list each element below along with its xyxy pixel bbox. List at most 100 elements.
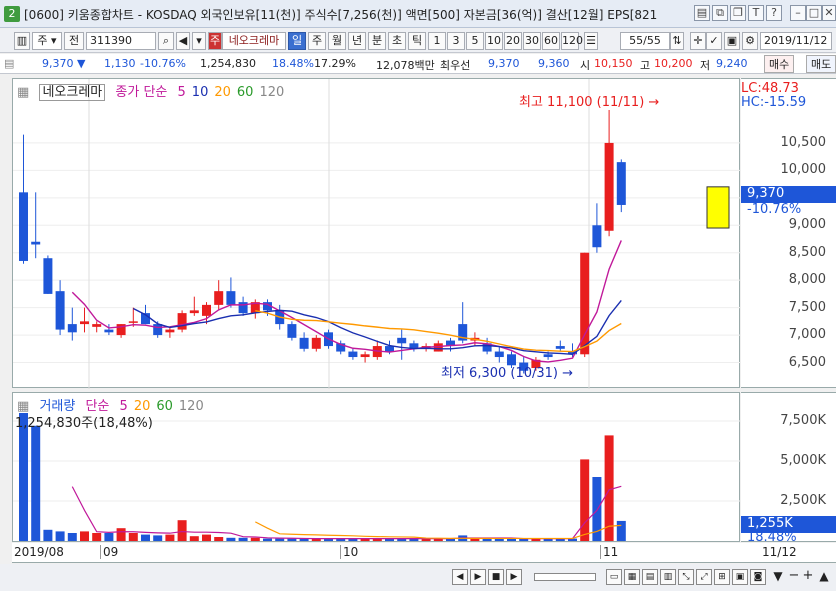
menu-icon[interactable]: ▤	[4, 57, 14, 70]
interval-button-7[interactable]: 120	[561, 32, 583, 50]
scroll-right-icon[interactable]: ▶	[506, 569, 522, 585]
volume-bar-49[interactable]	[616, 520, 626, 541]
selection-box[interactable]	[706, 186, 730, 229]
volume-bar-6[interactable]	[92, 533, 102, 541]
volume-bar-48[interactable]	[604, 435, 614, 541]
candle-body-13[interactable]	[177, 313, 187, 330]
volume-bar-8[interactable]	[116, 528, 126, 541]
text-icon[interactable]: T	[748, 5, 764, 21]
candle-body-15[interactable]	[202, 304, 211, 316]
candle-body-27[interactable]	[348, 351, 358, 358]
volume-bar-14[interactable]	[189, 536, 199, 541]
period-tab-5[interactable]: 초	[388, 32, 406, 50]
save-icon[interactable]: ▣	[724, 32, 740, 50]
volume-bar-46[interactable]	[580, 459, 590, 541]
scroll-bottom-icon[interactable]: ▼	[770, 569, 786, 585]
period-tab-6[interactable]: 틱	[408, 32, 426, 50]
help-icon[interactable]: ?	[766, 5, 782, 21]
settings-icon[interactable]: ⚙	[742, 32, 758, 50]
volume-bar-13[interactable]	[177, 520, 187, 541]
mode-select[interactable]: 주 ▾	[32, 32, 62, 50]
volume-chart-panel[interactable]: ▦ 거래량 단순 5 20 60 120 1,254,830주(18,48%)	[12, 392, 741, 542]
volume-bar-9[interactable]	[128, 533, 138, 541]
volume-bar-7[interactable]	[104, 533, 114, 541]
period-tab-2[interactable]: 월	[328, 32, 346, 50]
play-icon[interactable]: ▶	[470, 569, 486, 585]
volume-bar-16[interactable]	[214, 537, 224, 541]
expand-icon[interactable]: ⤢	[696, 569, 712, 585]
grid-icon[interactable]: ▦	[624, 569, 640, 585]
candle-body-17[interactable]	[226, 291, 236, 305]
volume-bar-12[interactable]	[165, 534, 175, 541]
candle-body-1[interactable]	[31, 241, 41, 245]
volume-bar-15[interactable]	[202, 534, 211, 541]
maximize-icon[interactable]: □	[806, 5, 822, 21]
chart-type-icon[interactable]: ▥	[14, 32, 30, 50]
volume-bar-22[interactable]	[287, 538, 297, 541]
volume-bar-2[interactable]	[43, 529, 53, 541]
candle-body-43[interactable]	[543, 354, 553, 358]
candle-body-47[interactable]	[592, 225, 602, 248]
candle-body-46[interactable]	[580, 252, 590, 355]
period-tab-4[interactable]: 분	[368, 32, 386, 50]
date-input[interactable]: 2019/11/12	[760, 32, 832, 50]
candle-body-6[interactable]	[92, 324, 102, 327]
interval-menu-icon[interactable]: ☰	[584, 32, 598, 50]
candle-body-3[interactable]	[55, 291, 65, 330]
interval-button-5[interactable]: 30	[523, 32, 541, 50]
count-spin-icon[interactable]: ⇅	[670, 32, 684, 50]
copy-icon[interactable]: ❐	[730, 5, 746, 21]
price-chart-panel[interactable]: ▦ 네오크레마 종가 단순 5 10 20 60 120 최고 11,100 (11/1…	[12, 78, 741, 389]
candle-body-4[interactable]	[67, 324, 77, 333]
legend-menu-icon[interactable]: ▦	[17, 85, 29, 100]
candle-body-5[interactable]	[80, 321, 89, 325]
interval-button-1[interactable]: 3	[447, 32, 465, 50]
zoom-fit-icon[interactable]: ▭	[606, 569, 622, 585]
volume-bar-20[interactable]	[263, 538, 272, 541]
candle-body-49[interactable]	[616, 162, 626, 205]
candle-body-44[interactable]	[555, 346, 565, 349]
interval-button-2[interactable]: 5	[466, 32, 484, 50]
interval-button-3[interactable]: 10	[485, 32, 503, 50]
link-icon[interactable]: ⧉	[712, 5, 728, 21]
period-tab-1[interactable]: 주	[308, 32, 326, 50]
close-icon[interactable]: ✕	[822, 5, 836, 21]
volume-bar-1[interactable]	[31, 425, 41, 541]
table-icon[interactable]: ▤	[642, 569, 658, 585]
zoom-in-icon[interactable]: +	[800, 569, 816, 585]
stock-code-input[interactable]: 311390	[86, 32, 156, 50]
volume-bar-11[interactable]	[153, 535, 163, 541]
volume-bar-10[interactable]	[141, 534, 150, 541]
candle-body-39[interactable]	[494, 351, 504, 358]
candle-body-11[interactable]	[153, 324, 163, 336]
volume-bar-17[interactable]	[226, 537, 236, 541]
candle-body-14[interactable]	[189, 310, 199, 314]
stop-icon[interactable]: ■	[488, 569, 504, 585]
window-list-icon[interactable]: ▤	[694, 5, 710, 21]
interval-button-6[interactable]: 60	[542, 32, 560, 50]
candle-body-23[interactable]	[299, 337, 309, 349]
volume-bar-3[interactable]	[55, 531, 65, 541]
volume-bar-21[interactable]	[275, 538, 285, 541]
volume-bar-19[interactable]	[250, 537, 260, 541]
candle-body-22[interactable]	[287, 324, 297, 338]
layout-icon[interactable]: ▥	[660, 569, 676, 585]
candle-body-9[interactable]	[128, 321, 138, 323]
sound-icon[interactable]: ◀	[176, 32, 190, 50]
search-icon[interactable]: ⌕	[158, 32, 174, 50]
candle-body-24[interactable]	[311, 337, 321, 349]
candle-body-31[interactable]	[397, 337, 407, 344]
minimize-icon[interactable]: –	[790, 5, 806, 21]
camera-icon[interactable]: ◙	[750, 569, 766, 585]
interval-button-0[interactable]: 1	[428, 32, 446, 50]
volume-bar-18[interactable]	[238, 537, 248, 541]
period-tab-0[interactable]: 일	[288, 32, 306, 50]
scroll-slider[interactable]	[534, 573, 596, 581]
candle-body-7[interactable]	[104, 329, 114, 333]
volume-bar-4[interactable]	[67, 533, 77, 541]
candle-body-30[interactable]	[385, 346, 394, 352]
volume-bar-0[interactable]	[19, 413, 28, 541]
price-chart[interactable]	[13, 79, 741, 389]
dropdown-icon[interactable]: ▾	[192, 32, 206, 50]
shrink-icon[interactable]: ⤡	[678, 569, 694, 585]
